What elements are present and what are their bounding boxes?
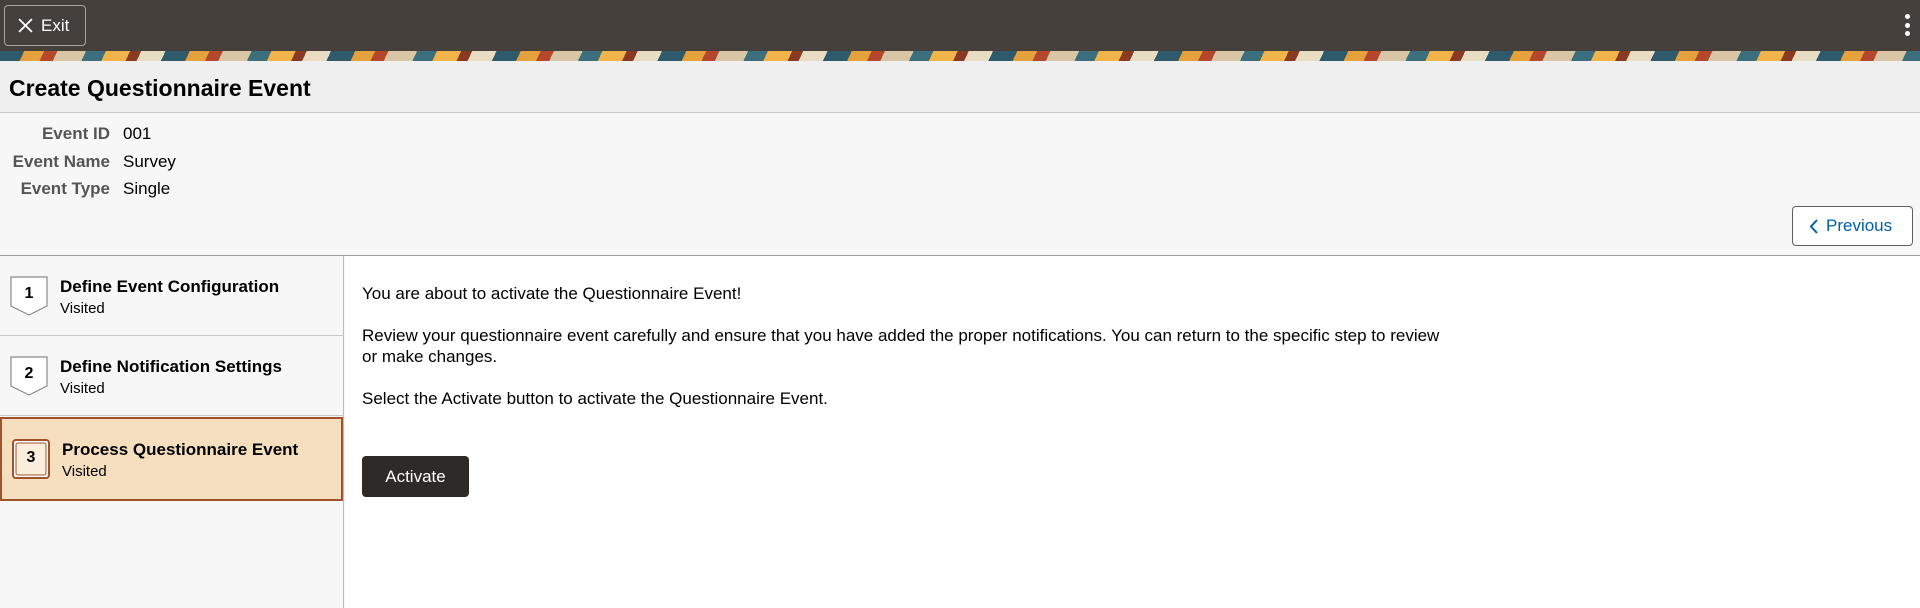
step-status: Visited — [62, 463, 107, 480]
exit-button[interactable]: Exit — [4, 5, 86, 46]
previous-label: Previous — [1826, 216, 1893, 235]
activate-button[interactable]: Activate — [362, 456, 469, 497]
event-id-value: 001 — [123, 124, 152, 143]
review-instructions-text: Review your questionnaire event carefull… — [362, 326, 1440, 366]
step-number: 1 — [24, 285, 34, 302]
previous-button[interactable]: Previous — [1792, 206, 1913, 246]
step-title: Define Event Configuration — [60, 277, 280, 296]
step-title: Define Notification Settings — [60, 357, 282, 376]
event-name-row: Event Name Survey — [0, 151, 176, 173]
step-item-define-notification-settings[interactable]: 2 Define Notification Settings Visited — [0, 336, 344, 416]
step-number: 2 — [24, 365, 34, 382]
main-content: You are about to activate the Questionna… — [345, 256, 1920, 608]
step-title: Process Questionnaire Event — [62, 440, 299, 459]
step-status: Visited — [60, 380, 105, 397]
step-item-define-event-configuration[interactable]: 1 Define Event Configuration Visited — [0, 256, 344, 336]
decorative-banner — [0, 51, 1920, 61]
page-title: Create Questionnaire Event — [9, 75, 311, 101]
exit-label: Exit — [41, 15, 70, 35]
more-options-icon[interactable] — [1900, 10, 1914, 40]
activate-instructions-text: Select the Activate button to activate t… — [362, 389, 828, 408]
event-type-row: Event Type Single — [0, 178, 171, 200]
step-navigation: 1 Define Event Configuration Visited 2 D… — [0, 256, 344, 608]
title-bar: Create Questionnaire Event — [0, 61, 1920, 113]
event-id-row: Event ID 001 — [0, 123, 151, 145]
event-type-label: Event Type — [20, 179, 110, 198]
top-toolbar: Exit — [0, 0, 1920, 51]
event-header-panel: Event ID 001 Event Name Survey Event Typ… — [0, 113, 1920, 256]
event-type-value: Single — [123, 179, 171, 198]
step-number: 3 — [26, 449, 36, 466]
event-name-value: Survey — [123, 152, 176, 171]
chevron-left-icon — [1809, 218, 1818, 234]
event-id-label: Event ID — [41, 124, 110, 143]
activation-heading-text: You are about to activate the Questionna… — [362, 284, 742, 303]
event-name-label: Event Name — [12, 152, 110, 171]
step-item-process-questionnaire-event[interactable]: 3 Process Questionnaire Event Visited — [0, 417, 343, 501]
step-status: Visited — [60, 300, 105, 317]
close-icon — [18, 18, 33, 33]
